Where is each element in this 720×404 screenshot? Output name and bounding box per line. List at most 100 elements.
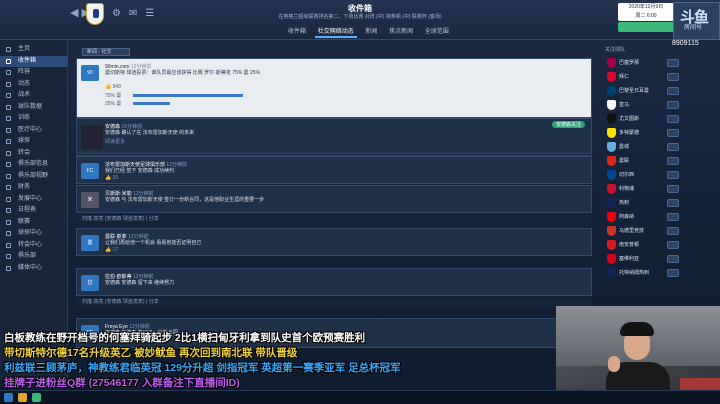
team-follow-button[interactable] [667,87,679,95]
team-follow-button[interactable] [667,269,679,277]
tab-headlines[interactable]: 焦点新闻 [386,25,416,36]
followed-team-row[interactable]: 曼城 [605,140,679,154]
team-follow-button[interactable] [667,59,679,67]
finance-icon [6,185,11,190]
follow-tag[interactable]: 安德森关注 [551,121,585,128]
taskbar [0,390,720,404]
feed-post[interactable]: 安德森 16分钟前 安德森 确认了在 法布雷加斯天使 的未来 阅读更多 安德森关… [76,118,592,154]
team-name: 热刺 [619,200,630,206]
sidebar-item[interactable]: 日程表 [0,205,68,216]
sidebar-item-label: 动态 [18,80,31,87]
followed-team-row[interactable]: 塞维利亚 [605,252,679,266]
transfer-centre-icon [6,242,11,248]
tab-inbox[interactable]: 收件箱 [285,25,309,36]
followed-team-row[interactable]: 巴塞罗那 [605,56,679,70]
team-follow-button[interactable] [667,241,679,249]
feed-post[interactable]: 曼 曼联·斯菲 12分钟前 让我们再给他一个机会 看看他能否证明自己 👍 17 [76,228,592,256]
feed-post[interactable]: 90 90min.com 12分钟前 曼切斯特 球迷投票：谁队员最应该获得 比赛… [76,58,592,118]
sidebar-item[interactable]: 财务 [0,182,68,193]
schedule-icon [6,208,11,213]
folder-icon[interactable] [18,393,27,402]
followed-team-row[interactable]: 南安普顿 [605,238,679,252]
app-icon[interactable] [32,393,41,402]
post-footer[interactable]: 扫描 高亮 (安德森 球迷发表) | 分享 [76,215,592,224]
team-name: 曼联 [619,158,630,164]
dev-centre-icon [6,196,11,202]
followed-team-row[interactable]: 利物浦 [605,182,679,196]
overlay-line-3: 利兹联三顾茅庐，神教练君临英冠 129分升超 剑指冠军 英超第一赛季亚军 足总杯… [4,362,401,374]
sidebar-item[interactable]: 球探中心 [0,228,68,239]
followed-team-row[interactable]: 热刺 [605,196,679,210]
sidebar-item[interactable]: 阵容 [0,67,68,78]
date-display[interactable]: 2020年12月9日 周二 6:00 [618,3,674,21]
sidebar-item[interactable]: 球探 [0,136,68,147]
followed-team-row[interactable]: 切尔西 [605,168,679,182]
sidebar-item[interactable]: 动态 [0,79,68,90]
feed-filter-dropdown[interactable]: 新闻 - 社交 [82,48,130,56]
top-toolbar-icons[interactable]: ⚙✉☰ [112,8,162,19]
team-follow-button[interactable] [667,129,679,137]
medical-icon [6,127,11,133]
sidebar-item[interactable]: 主页 [0,44,68,55]
sidebar-item[interactable]: 发展中心 [0,194,68,205]
post-text: 安德森 安德森 留下来 继续努力 [105,280,175,286]
team-crest-icon [607,184,616,194]
sidebar-item[interactable]: 联赛 [0,217,68,228]
team-follow-button[interactable] [667,213,679,221]
sidebar-item[interactable]: 转会中心 [0,240,68,251]
team-follow-button[interactable] [667,255,679,263]
post-text: 我们已经 签下 安德森 成功续约 [105,168,175,174]
followed-team-row[interactable]: 多特蒙德 [605,126,679,140]
weekday-label: 周二 6:00 [635,13,657,19]
tab-news[interactable]: 新闻 [362,25,380,36]
read-more-link[interactable]: 阅读更多 [105,138,125,145]
followed-team-row[interactable]: 尤文图斯 [605,112,679,126]
team-follow-button[interactable] [667,171,679,179]
team-crest-icon [607,142,616,152]
sidebar-item[interactable]: 俱乐部 [0,251,68,262]
sidebar-item[interactable]: 俱乐部视野 [0,171,68,182]
feed-post[interactable]: FC 法布雷加斯天使足球俱乐部 12分钟前 我们已经 签下 安德森 成功续约 👍… [76,156,592,184]
likes-count: 👍 17 [105,247,119,253]
followed-team-row[interactable]: 阿森纳 [605,210,679,224]
vision-icon [6,173,11,179]
followed-team-row[interactable]: 曼联 [605,154,679,168]
team-follow-button[interactable] [667,101,679,109]
inbox-icon [6,58,11,64]
sidebar-item[interactable]: 球队数据 [0,102,68,113]
sidebar-item[interactable]: 医疗中心 [0,125,68,136]
followed-team-row[interactable]: 拜仁 [605,70,679,84]
sidebar-item[interactable]: 收件箱 [0,55,68,67]
post-footer[interactable]: 扫描 高亮 (安德森 球迷发表) | 分享 [76,298,592,307]
tab-social-feed[interactable]: 社交网络动态 [314,25,357,38]
team-follow-button[interactable] [667,185,679,193]
feed-post[interactable]: 米 贝斯斯·米勒 12分钟前 安德森 与 法布雷加斯天使 签订一份新合同，这是他… [76,185,592,213]
followed-team-row[interactable]: 托特纳姆热刺 [605,266,679,280]
team-follow-button[interactable] [667,115,679,123]
sidebar-item[interactable]: 俱乐部信息 [0,159,68,170]
team-crest-icon [607,254,616,264]
sidebar-item[interactable]: 转会 [0,148,68,159]
tab-world[interactable]: 全球范围 [422,25,452,36]
team-name: 皇马 [619,102,630,108]
sidebar-item[interactable]: 训练 [0,113,68,124]
team-crest-icon [607,198,616,208]
sidebar-item[interactable]: 媒体中心 [0,263,68,274]
team-crest-icon [607,226,616,236]
sidebar-item[interactable]: 战术 [0,90,68,101]
avatar: FC [81,163,99,179]
team-follow-button[interactable] [667,199,679,207]
room-id: 8909115 [672,40,699,47]
continue-button[interactable] [618,22,674,32]
start-icon[interactable] [4,393,13,402]
team-follow-button[interactable] [667,73,679,81]
followed-team-row[interactable]: 巴黎圣日耳曼 [605,84,679,98]
team-follow-button[interactable] [667,143,679,151]
feed-post[interactable]: 拉 拉伯·欧斯蒂 12分钟前 安德森 安德森 留下来 继续努力 [76,268,592,296]
followed-team-row[interactable]: 马德里竞技 [605,224,679,238]
club-badge-icon[interactable] [86,3,104,25]
team-follow-button[interactable] [667,227,679,235]
followed-team-row[interactable]: 皇马 [605,98,679,112]
team-crest-icon [607,72,616,82]
team-follow-button[interactable] [667,157,679,165]
